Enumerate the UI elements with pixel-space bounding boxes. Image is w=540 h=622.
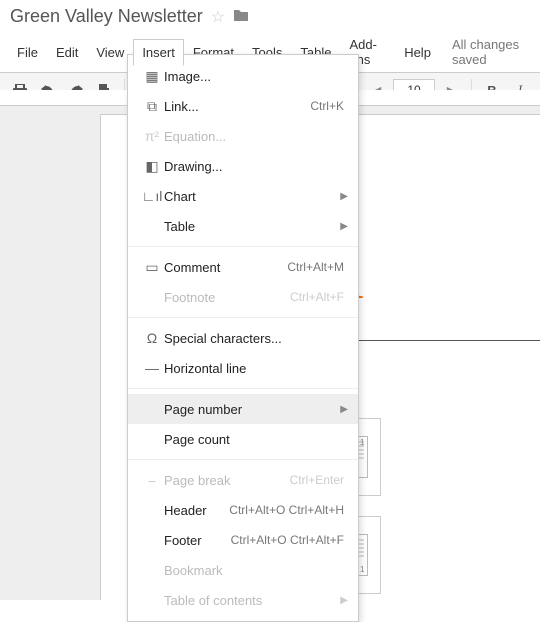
folder-icon[interactable] bbox=[233, 8, 249, 26]
menu-item-drawing[interactable]: ◧Drawing... bbox=[128, 151, 358, 181]
menu-edit[interactable]: Edit bbox=[47, 39, 87, 66]
image-icon: ▦ bbox=[140, 68, 164, 85]
drawing-icon: ◧ bbox=[140, 158, 164, 175]
menu-item-footer[interactable]: FooterCtrl+Alt+O Ctrl+Alt+F bbox=[128, 525, 358, 555]
menu-separator bbox=[128, 246, 358, 247]
menu-help[interactable]: Help bbox=[395, 39, 440, 66]
menu-item-comment[interactable]: ▭CommentCtrl+Alt+M bbox=[128, 252, 358, 282]
menu-item-table[interactable]: Table▶ bbox=[128, 211, 358, 241]
menu-insert[interactable]: Insert bbox=[133, 39, 184, 66]
menu-item-table-of-contents: Table of contents▶ bbox=[128, 585, 358, 615]
menu-separator bbox=[128, 459, 358, 460]
menu-item-bookmark: Bookmark bbox=[128, 555, 358, 585]
menu-separator bbox=[128, 317, 358, 318]
menu-file[interactable]: File bbox=[8, 39, 47, 66]
chevron-right-icon: ▶ bbox=[340, 595, 348, 606]
menu-item-chart[interactable]: ∟ılChart▶ bbox=[128, 181, 358, 211]
insert-menu-dropdown: ▦Image... ⧉Link...Ctrl+K π²Equation... ◧… bbox=[127, 54, 359, 622]
chart-icon: ∟ıl bbox=[140, 188, 164, 204]
menu-separator bbox=[128, 388, 358, 389]
menu-item-page-number[interactable]: Page number▶ bbox=[128, 394, 358, 424]
menu-item-page-break: ⎯Page breakCtrl+Enter bbox=[128, 465, 358, 495]
menu-item-horizontal-line[interactable]: —Horizontal line bbox=[128, 353, 358, 383]
omega-icon: Ω bbox=[140, 330, 164, 346]
pagebreak-icon: ⎯ bbox=[140, 472, 164, 489]
chevron-right-icon: ▶ bbox=[340, 404, 348, 415]
star-icon[interactable]: ☆ bbox=[211, 7, 225, 27]
menu-item-link[interactable]: ⧉Link...Ctrl+K bbox=[128, 91, 358, 121]
equation-icon: π² bbox=[140, 128, 164, 144]
menu-item-equation: π²Equation... bbox=[128, 121, 358, 151]
link-icon: ⧉ bbox=[140, 98, 164, 115]
chevron-right-icon: ▶ bbox=[340, 221, 348, 232]
comment-icon: ▭ bbox=[140, 259, 164, 276]
line-icon: — bbox=[140, 360, 164, 376]
save-status: All changes saved bbox=[452, 37, 532, 67]
menu-item-header[interactable]: HeaderCtrl+Alt+O Ctrl+Alt+H bbox=[128, 495, 358, 525]
chevron-right-icon: ▶ bbox=[340, 191, 348, 202]
title-bar: Green Valley Newsletter ☆ bbox=[0, 0, 540, 27]
menu-item-page-count[interactable]: Page count bbox=[128, 424, 358, 454]
menu-item-image[interactable]: ▦Image... bbox=[128, 61, 358, 91]
doc-title[interactable]: Green Valley Newsletter bbox=[10, 6, 203, 27]
menu-item-footnote: FootnoteCtrl+Alt+F bbox=[128, 282, 358, 312]
menu-item-special-characters[interactable]: ΩSpecial characters... bbox=[128, 323, 358, 353]
